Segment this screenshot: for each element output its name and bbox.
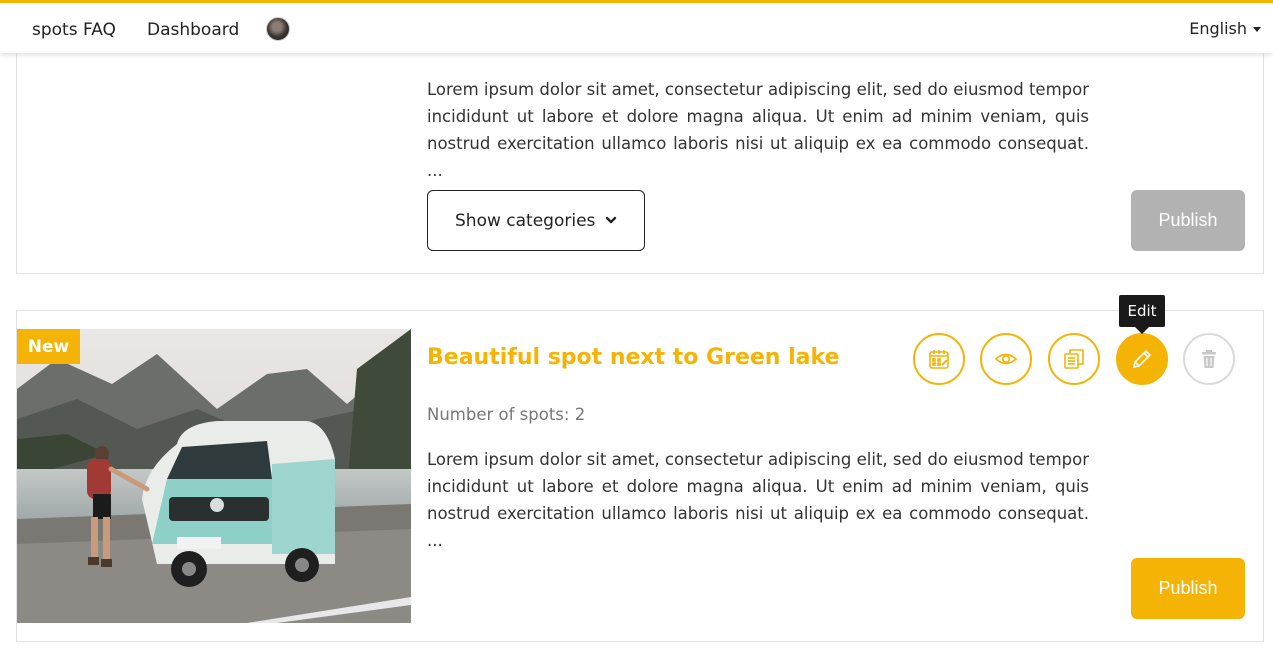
spot-description: Lorem ipsum dolor sit amet, consectetur … <box>427 450 1089 550</box>
calendar-button[interactable] <box>913 333 965 385</box>
publish-button-disabled[interactable]: Publish <box>1131 190 1245 251</box>
language-label: English <box>1189 19 1247 38</box>
new-badge: New <box>17 329 80 364</box>
spot-description: Lorem ipsum dolor sit amet, consectetur … <box>427 80 1089 180</box>
eye-icon <box>994 353 1018 365</box>
edit-tooltip: Edit <box>1119 295 1165 327</box>
delete-button[interactable] <box>1183 333 1235 385</box>
chevron-down-icon <box>605 216 617 224</box>
pencil-icon <box>1132 349 1152 369</box>
tooltip-arrow <box>1135 327 1149 334</box>
spot-card: New Beautiful spot next to Green lake Nu… <box>16 295 1264 642</box>
top-navbar: spots FAQ Dashboard English <box>0 0 1273 53</box>
nav-link-dashboard[interactable]: Dashboard <box>147 20 239 40</box>
copy-icon <box>1064 349 1084 369</box>
edit-button[interactable] <box>1116 333 1168 385</box>
view-button[interactable] <box>980 333 1032 385</box>
duplicate-button[interactable] <box>1048 333 1100 385</box>
spot-count: Number of spots: 2 <box>427 405 586 424</box>
spot-card: Lorem ipsum dolor sit amet, consectetur … <box>16 20 1264 274</box>
trash-icon <box>1202 350 1216 368</box>
caret-down-icon <box>1253 27 1261 32</box>
language-selector[interactable]: English <box>1189 19 1261 38</box>
publish-button[interactable]: Publish <box>1131 558 1245 619</box>
show-categories-label: Show categories <box>455 210 596 231</box>
calendar-icon <box>929 350 949 369</box>
spot-photo <box>17 329 411 623</box>
show-categories-button[interactable]: Show categories <box>427 190 645 251</box>
nav-link-spots-faq[interactable]: spots FAQ <box>32 20 116 40</box>
user-avatar[interactable] <box>266 17 290 41</box>
spot-title[interactable]: Beautiful spot next to Green lake <box>427 345 839 370</box>
